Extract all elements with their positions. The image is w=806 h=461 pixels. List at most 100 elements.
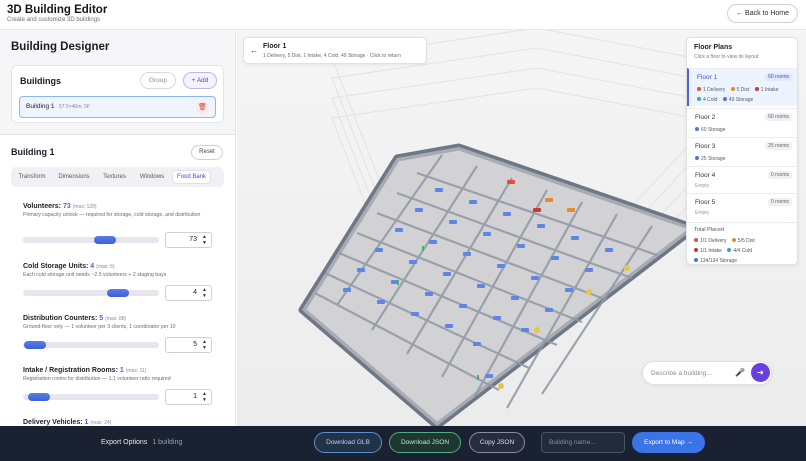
- slider-delivery: Delivery Vehicles: 1 (max: 24): [23, 419, 213, 426]
- buildings-heading: Buildings: [20, 76, 61, 86]
- total-placed-title: Total Placed: [694, 227, 724, 233]
- distribution-input[interactable]: 5 ▲ ▼: [165, 337, 212, 353]
- floor-plans-title: Floor Plans: [694, 44, 733, 51]
- floor-tags: 60 Storage: [695, 125, 795, 135]
- reset-button[interactable]: Reset: [191, 145, 223, 160]
- tab-food-bank[interactable]: Food Bank: [172, 170, 211, 184]
- slider-intake: Intake / Registration Rooms: 1 (max: 11)…: [23, 367, 213, 405]
- export-to-map-button[interactable]: Export to Map →: [632, 432, 705, 453]
- slider-description: Primary capacity unlock — required for s…: [23, 212, 201, 218]
- intake-dot-icon: [694, 248, 698, 252]
- slider-track[interactable]: [23, 236, 159, 244]
- slider-cold-storage: Cold Storage Units: 4 (max: 6) Each cold…: [23, 263, 213, 301]
- floor-item-2[interactable]: Floor 2 60 rooms 60 Storage: [687, 108, 797, 136]
- dist-dot-icon: [731, 238, 736, 242]
- floor-item-4[interactable]: Floor 4 0 rooms Empty: [687, 166, 797, 193]
- send-arrow-button[interactable]: ➜: [751, 363, 770, 382]
- slider-distribution: Distribution Counters: 5 (max: 88) Groun…: [23, 315, 213, 353]
- floor-tags: 1 Delivery 5 Dist 1 Intake 4 Cold 49 Sto…: [697, 85, 797, 105]
- floor-item-3[interactable]: Floor 3 25 rooms 25 Storage: [687, 137, 797, 165]
- floor-empty-text: Empty: [695, 210, 710, 216]
- group-button[interactable]: Group: [140, 72, 176, 89]
- back-to-home-button[interactable]: ← Back to Home: [727, 4, 798, 23]
- stepper-arrows-icon[interactable]: ▲ ▼: [202, 234, 207, 246]
- current-floor-title: Floor 1: [263, 43, 287, 50]
- tab-transform[interactable]: Transform: [13, 170, 51, 184]
- download-json-button[interactable]: Download JSON: [389, 432, 461, 453]
- floor-name: Floor 1: [697, 74, 718, 81]
- room-count-badge: 60 rooms: [765, 113, 792, 121]
- building-name-input[interactable]: [541, 432, 625, 453]
- delivery-dot-icon: [697, 87, 701, 91]
- building-name: Building 1: [26, 103, 55, 110]
- cold-dot-icon: [727, 248, 732, 252]
- current-floor-chip[interactable]: ← Floor 1 1 Delivery, 5 Dist, 1 Intake, …: [243, 37, 427, 64]
- slider-thumb[interactable]: [24, 341, 47, 349]
- floor-name: Floor 3: [695, 143, 716, 150]
- slider-track[interactable]: [23, 341, 159, 349]
- floor-name: Floor 5: [695, 199, 716, 206]
- total-placed: Total Placed 1/1 Delivery 5/5 Dist 1/1 I…: [687, 222, 797, 264]
- stepper-arrows-icon[interactable]: ▲ ▼: [202, 391, 207, 403]
- building-dimensions: 57.5×46m, 5F: [59, 104, 90, 110]
- export-options-label: Export Options 1 building: [101, 439, 183, 446]
- floor-item-1[interactable]: Floor 1 60 rooms 1 Delivery 5 Dist 1 Int…: [687, 68, 797, 106]
- app-subtitle: Create and customize 3D buildings: [7, 17, 101, 23]
- room-count-badge: 60 rooms: [765, 73, 792, 81]
- cold-dot-icon: [697, 97, 701, 101]
- floor-item-5[interactable]: Floor 5 0 rooms Empty: [687, 193, 797, 222]
- app-header: 3D Building Editor Create and customize …: [0, 0, 806, 30]
- stepper-arrows-icon[interactable]: ▲ ▼: [202, 339, 207, 351]
- storage-dot-icon: [695, 127, 699, 131]
- building-list-item[interactable]: Building 1 57.5×46m, 5F 🗑: [19, 96, 216, 118]
- trash-icon[interactable]: 🗑: [196, 101, 209, 114]
- storage-dot-icon: [722, 97, 727, 101]
- slider-thumb[interactable]: [107, 289, 130, 297]
- dist-dot-icon: [730, 87, 735, 91]
- slider-thumb[interactable]: [93, 236, 116, 244]
- slider-thumb[interactable]: [28, 393, 51, 401]
- export-count: 1 building: [152, 439, 183, 446]
- slider-track[interactable]: [23, 393, 159, 401]
- copy-json-button[interactable]: Copy JSON: [469, 432, 525, 453]
- room-count-badge: 25 rooms: [765, 142, 792, 150]
- room-count-badge: 0 rooms: [767, 171, 792, 179]
- tab-windows[interactable]: Windows: [135, 170, 169, 184]
- app-title: 3D Building Editor: [7, 4, 108, 16]
- storage-dot-icon: [694, 258, 698, 262]
- room-count-badge: 0 rooms: [767, 198, 792, 206]
- floor-name: Floor 2: [695, 114, 716, 121]
- slider-label: Cold Storage Units: 4 (max: 6): [23, 263, 115, 270]
- microphone-icon[interactable]: 🎤: [735, 368, 745, 377]
- intake-input[interactable]: 1 ▲ ▼: [165, 389, 212, 405]
- arrow-left-icon[interactable]: ←: [250, 46, 258, 55]
- storage-dot-icon: [695, 156, 699, 160]
- tab-dimensions[interactable]: Dimensions: [54, 170, 94, 184]
- floor-name: Floor 4: [695, 172, 716, 179]
- slider-track[interactable]: [23, 289, 159, 297]
- delivery-dot-icon: [694, 238, 698, 242]
- volunteers-input[interactable]: 73 ▲ ▼: [165, 232, 212, 248]
- floor-plans-subtitle: Click a floor to view its layout: [694, 54, 759, 60]
- slider-volunteers: Volunteers: 73 (max: 128) Primary capaci…: [23, 203, 213, 248]
- panel-title: Building Designer: [11, 41, 110, 53]
- stepper-arrows-icon[interactable]: ▲ ▼: [202, 287, 207, 299]
- slider-label: Distribution Counters: 5 (max: 88): [23, 315, 127, 322]
- buildings-card: Buildings Group + Add Building 1 57.5×46…: [11, 65, 224, 123]
- current-floor-summary: 1 Delivery, 5 Dist, 1 Intake, 4 Cold, 49…: [263, 53, 401, 59]
- floor-empty-text: Empty: [695, 183, 710, 189]
- add-building-button[interactable]: + Add: [183, 72, 217, 89]
- tab-textures[interactable]: Textures: [98, 170, 131, 184]
- total-placed-tags: 1/1 Delivery 5/5 Dist 1/1 Intake 4/4 Col…: [694, 236, 794, 264]
- building-settings-title: Building 1: [11, 147, 55, 157]
- building-settings-panel: Building 1 Reset Transform Dimensions Te…: [0, 134, 235, 426]
- slider-label: Intake / Registration Rooms: 1 (max: 11): [23, 367, 147, 374]
- download-glb-button[interactable]: Download GLB: [314, 432, 382, 453]
- cold-storage-input[interactable]: 4 ▲ ▼: [165, 285, 212, 301]
- describe-building-input[interactable]: [651, 367, 731, 380]
- floor-tags: 25 Storage: [695, 154, 795, 164]
- slider-description: Each cold storage unit needs ~2.5 volunt…: [23, 272, 167, 278]
- export-bar: Export Options 1 building Download GLB Do…: [0, 426, 806, 461]
- slider-description: Ground-floor only — 1 volunteer per 3 cl…: [23, 324, 176, 330]
- settings-tabs: Transform Dimensions Textures Windows Fo…: [11, 167, 224, 187]
